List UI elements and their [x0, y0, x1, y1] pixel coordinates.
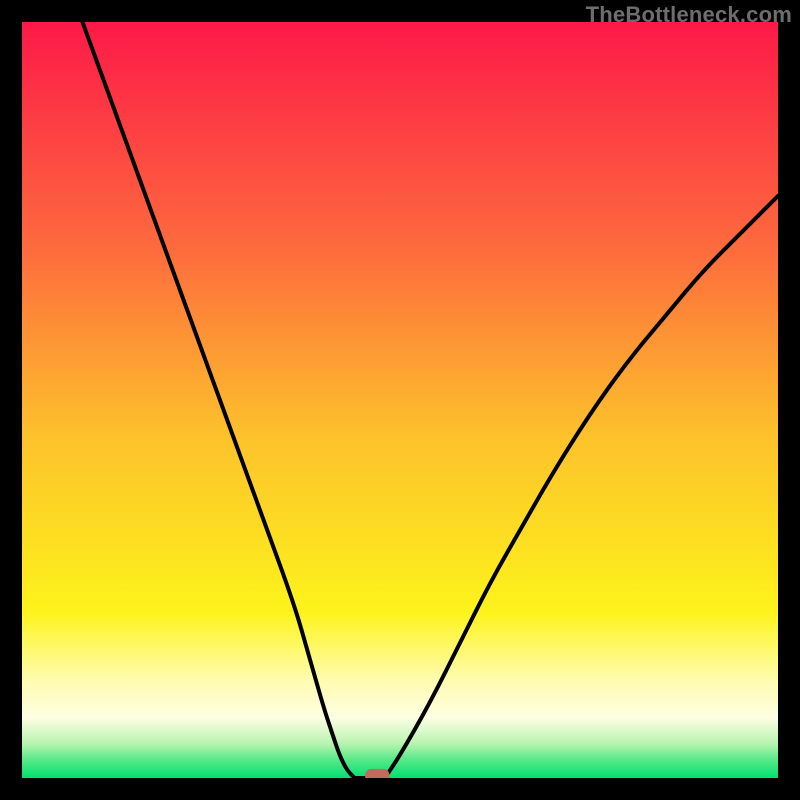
chart-frame: TheBottleneck.com: [0, 0, 800, 800]
watermark-text: TheBottleneck.com: [586, 2, 792, 28]
plot-background: [22, 22, 778, 778]
optimum-marker: [365, 769, 389, 778]
bottleneck-plot: [22, 22, 778, 778]
